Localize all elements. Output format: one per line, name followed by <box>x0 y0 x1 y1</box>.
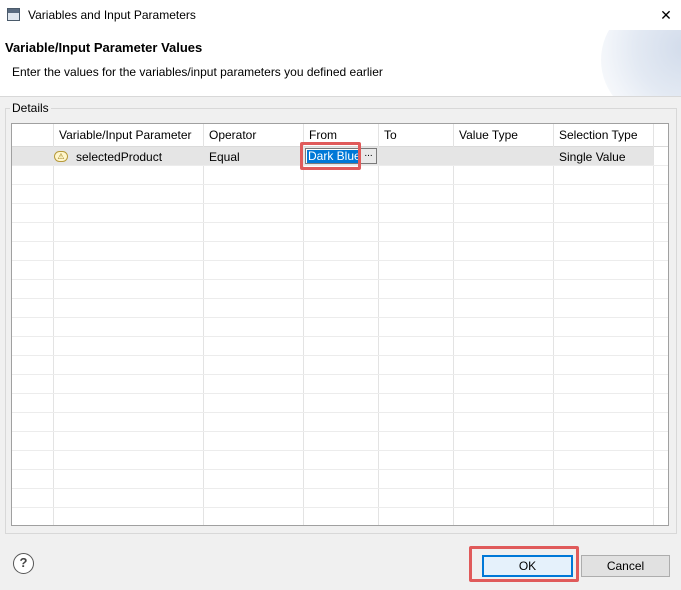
row-divider <box>12 412 668 413</box>
close-button[interactable]: ✕ <box>651 0 681 30</box>
parameters-table[interactable]: Variable/Input Parameter Operator From T… <box>11 123 669 526</box>
row-divider <box>12 279 668 280</box>
row-divider <box>12 450 668 451</box>
column-header-from[interactable]: From <box>309 128 337 142</box>
row-divider <box>12 393 668 394</box>
details-group-label: Details <box>10 101 51 115</box>
selection-type-cell[interactable]: Single Value <box>559 150 626 164</box>
row-divider <box>12 374 668 375</box>
browse-values-button[interactable]: ... <box>360 149 376 163</box>
header-decoration <box>601 30 681 96</box>
dialog-description: Enter the values for the variables/input… <box>12 65 383 79</box>
column-header-value-type[interactable]: Value Type <box>459 128 518 142</box>
row-divider <box>12 298 668 299</box>
row-divider <box>12 507 668 508</box>
from-cell-highlight <box>300 142 361 170</box>
dialog-header: Variable/Input Parameter Values Enter th… <box>0 30 681 96</box>
warning-icon: ⚠ <box>54 151 68 162</box>
row-divider <box>12 203 668 204</box>
header-separator <box>0 96 681 97</box>
cancel-button[interactable]: Cancel <box>581 555 670 577</box>
ok-button-highlight <box>469 546 579 582</box>
column-header-operator[interactable]: Operator <box>209 128 256 142</box>
app-icon <box>7 8 20 21</box>
row-divider <box>12 241 668 242</box>
row-divider <box>12 260 668 261</box>
title-bar: Variables and Input Parameters ✕ <box>0 0 681 30</box>
row-divider <box>12 317 668 318</box>
row-divider <box>12 222 668 223</box>
row-divider <box>12 355 668 356</box>
window-title: Variables and Input Parameters <box>28 8 196 22</box>
column-header-variable[interactable]: Variable/Input Parameter <box>59 128 192 142</box>
row-divider <box>12 184 668 185</box>
row-divider <box>12 336 668 337</box>
row-divider <box>12 431 668 432</box>
operator-cell[interactable]: Equal <box>209 150 240 164</box>
variable-cell[interactable]: selectedProduct <box>76 150 162 164</box>
column-header-to[interactable]: To <box>384 128 397 142</box>
column-header-selection-type[interactable]: Selection Type <box>559 128 638 142</box>
dialog-heading: Variable/Input Parameter Values <box>5 40 203 55</box>
row-divider <box>12 488 668 489</box>
row-divider <box>12 469 668 470</box>
help-icon[interactable]: ? <box>13 553 34 574</box>
